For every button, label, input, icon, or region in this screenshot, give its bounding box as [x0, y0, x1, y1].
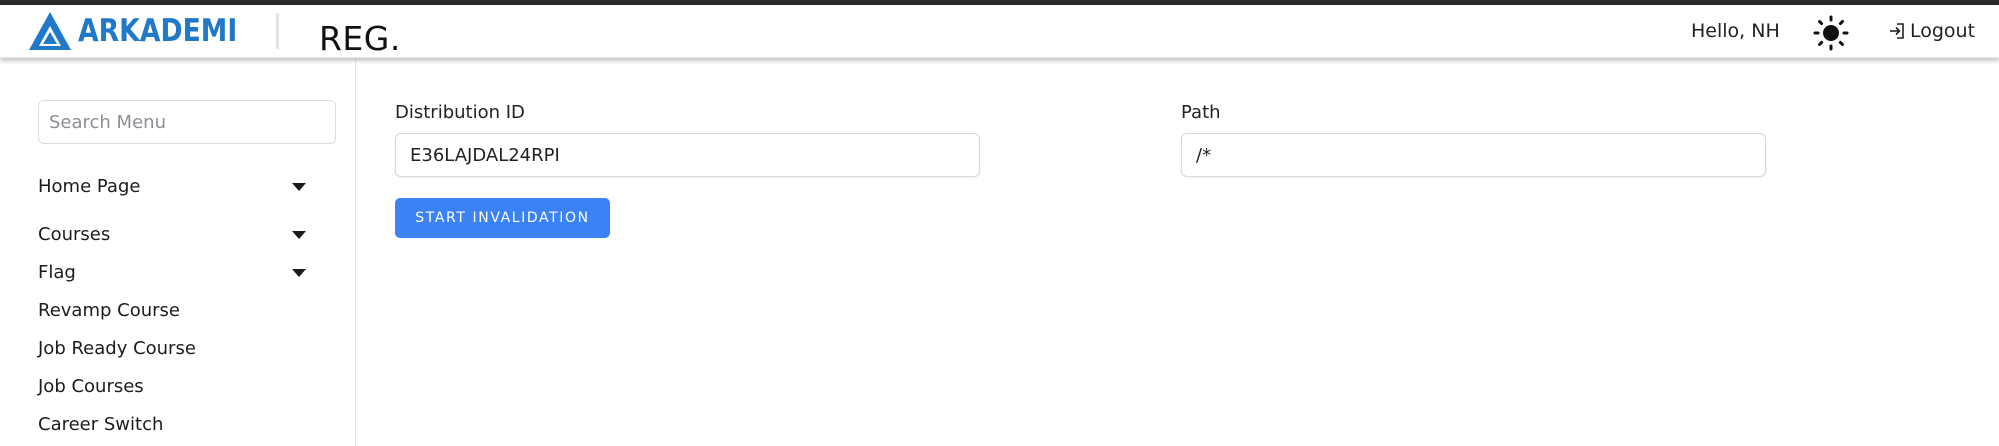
- path-input[interactable]: [1181, 133, 1766, 177]
- chevron-down-icon: [292, 230, 306, 239]
- search-menu-input[interactable]: [38, 100, 336, 144]
- theme-toggle-button[interactable]: [1812, 14, 1850, 52]
- sidebar-item-job-ready-course[interactable]: Job Ready Course: [38, 338, 314, 359]
- user-greeting: Hello, NH: [1691, 20, 1780, 42]
- sidebar-item-label: Revamp Course: [38, 300, 180, 321]
- app-title: REG.: [319, 19, 401, 58]
- logout-button[interactable]: Logout: [1888, 20, 1975, 42]
- logo-text: ARKADEMI: [78, 13, 238, 49]
- distribution-id-input[interactable]: [395, 133, 980, 177]
- logout-icon: [1890, 23, 1904, 39]
- chevron-down-icon: [292, 182, 306, 191]
- sidebar-item-job-courses[interactable]: Job Courses: [38, 376, 314, 397]
- sidebar-item-home-page[interactable]: Home Page: [38, 176, 314, 197]
- sidebar-item-label: Home Page: [38, 176, 141, 197]
- sidebar-item-revamp-course[interactable]: Revamp Course: [38, 300, 314, 321]
- sidebar-item-flag[interactable]: Flag: [38, 262, 314, 283]
- sidebar-item-label: Career Switch: [38, 414, 164, 435]
- brand-logo[interactable]: ARKADEMI: [28, 11, 263, 51]
- distribution-id-label: Distribution ID: [395, 102, 525, 123]
- top-navbar: ARKADEMI REG. Hello, NH Logout: [0, 5, 1999, 58]
- sidebar: Home Page Courses Flag Revamp Course Job…: [0, 58, 356, 446]
- sidebar-item-label: Job Courses: [38, 376, 144, 397]
- logout-label: Logout: [1910, 20, 1976, 42]
- header-divider: [276, 13, 279, 49]
- path-label: Path: [1181, 102, 1221, 123]
- chevron-down-icon: [292, 268, 306, 277]
- sidebar-item-label: Courses: [38, 224, 111, 245]
- sidebar-item-label: Flag: [38, 262, 76, 283]
- sidebar-item-courses[interactable]: Courses: [38, 224, 314, 245]
- sidebar-item-career-switch[interactable]: Career Switch: [38, 414, 314, 435]
- sun-icon: [1813, 15, 1849, 51]
- arkademi-logo-icon: [29, 12, 71, 50]
- start-invalidation-button[interactable]: START INVALIDATION: [395, 198, 610, 238]
- sidebar-item-label: Job Ready Course: [38, 338, 196, 359]
